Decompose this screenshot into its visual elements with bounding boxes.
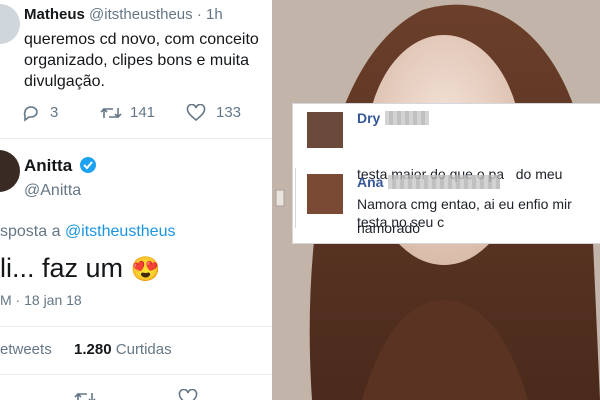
commenter-avatar[interactable] [307, 112, 343, 148]
retweet-icon[interactable] [100, 105, 122, 121]
blurred-surname [387, 175, 500, 189]
retweets-label[interactable]: etweets [0, 341, 52, 358]
tweet-divider [0, 326, 272, 327]
retweet-icon[interactable] [74, 390, 96, 400]
tweet2-handle[interactable]: @Anitta [24, 182, 81, 200]
tweet1-text: queremos cd novo, com conceito organizad… [24, 29, 272, 92]
tweet2-name[interactable]: Anitta [24, 156, 72, 175]
tweet1-name[interactable]: Matheus [24, 6, 85, 23]
tweet-divider [0, 138, 272, 139]
verified-badge-icon [79, 156, 97, 174]
likes-count[interactable]: 1.280 [74, 341, 112, 358]
reply-count: 3 [50, 104, 59, 121]
tweet1-header: Matheus @itstheustheus · 1h [24, 6, 223, 23]
comment-thread: Dry testa maior do que o pa do meu namor… [292, 103, 600, 244]
tweet2-body: li... faz um [0, 253, 124, 283]
tweet2-stats: etweets 1.280 Curtidas [0, 341, 172, 358]
tweet2-name-row: Anitta [24, 156, 97, 176]
anitta-avatar[interactable] [0, 150, 20, 192]
comment: Ana Namora cmg entao, ai eu enfio mir te… [301, 174, 600, 238]
tweet1-time[interactable]: · 1h [197, 6, 223, 23]
tweet1-handle[interactable]: @itstheustheus [89, 6, 193, 23]
reply-icon[interactable] [22, 104, 40, 122]
comment: Dry testa maior do que o pa do meu namor… [301, 110, 600, 236]
comment-line: Namora cmg entao, ai eu enfio mir [357, 196, 572, 212]
tweet1-line: organizado, clipes bons e muita [24, 52, 250, 69]
commenter-avatar[interactable] [307, 174, 343, 214]
tweet1-line: queremos cd novo, com conceito [24, 31, 259, 48]
comment-author[interactable]: Ana [357, 174, 383, 190]
tweet1-line: divulgação. [24, 73, 105, 90]
blurred-surname [384, 111, 429, 125]
like-count: 133 [216, 104, 242, 121]
retweet-count: 141 [130, 104, 156, 121]
tweet2-text: li... faz um 😍 [0, 253, 160, 284]
comment-line: testa no seu c [357, 214, 445, 230]
thread-connector [295, 168, 296, 228]
matheus-avatar[interactable] [0, 4, 20, 44]
reply-prefix: sposta a [0, 223, 61, 240]
likes-label[interactable]: Curtidas [116, 341, 172, 358]
comment-author[interactable]: Dry [357, 110, 380, 126]
heart-icon[interactable] [186, 104, 206, 122]
tweet1-actions: 3 141 133 [22, 104, 262, 124]
heart-icon[interactable] [178, 389, 198, 400]
reply-context: sposta a @itstheustheus [0, 223, 175, 241]
tweet2-timestamp[interactable]: M · 18 jan 18 [0, 292, 82, 308]
tweet-divider [0, 374, 272, 375]
twitter-screenshot: Matheus @itstheustheus · 1h queremos cd … [0, 0, 272, 400]
reply-to-link[interactable]: @itstheustheus [65, 223, 176, 240]
heart-eyes-emoji: 😍 [130, 256, 161, 283]
